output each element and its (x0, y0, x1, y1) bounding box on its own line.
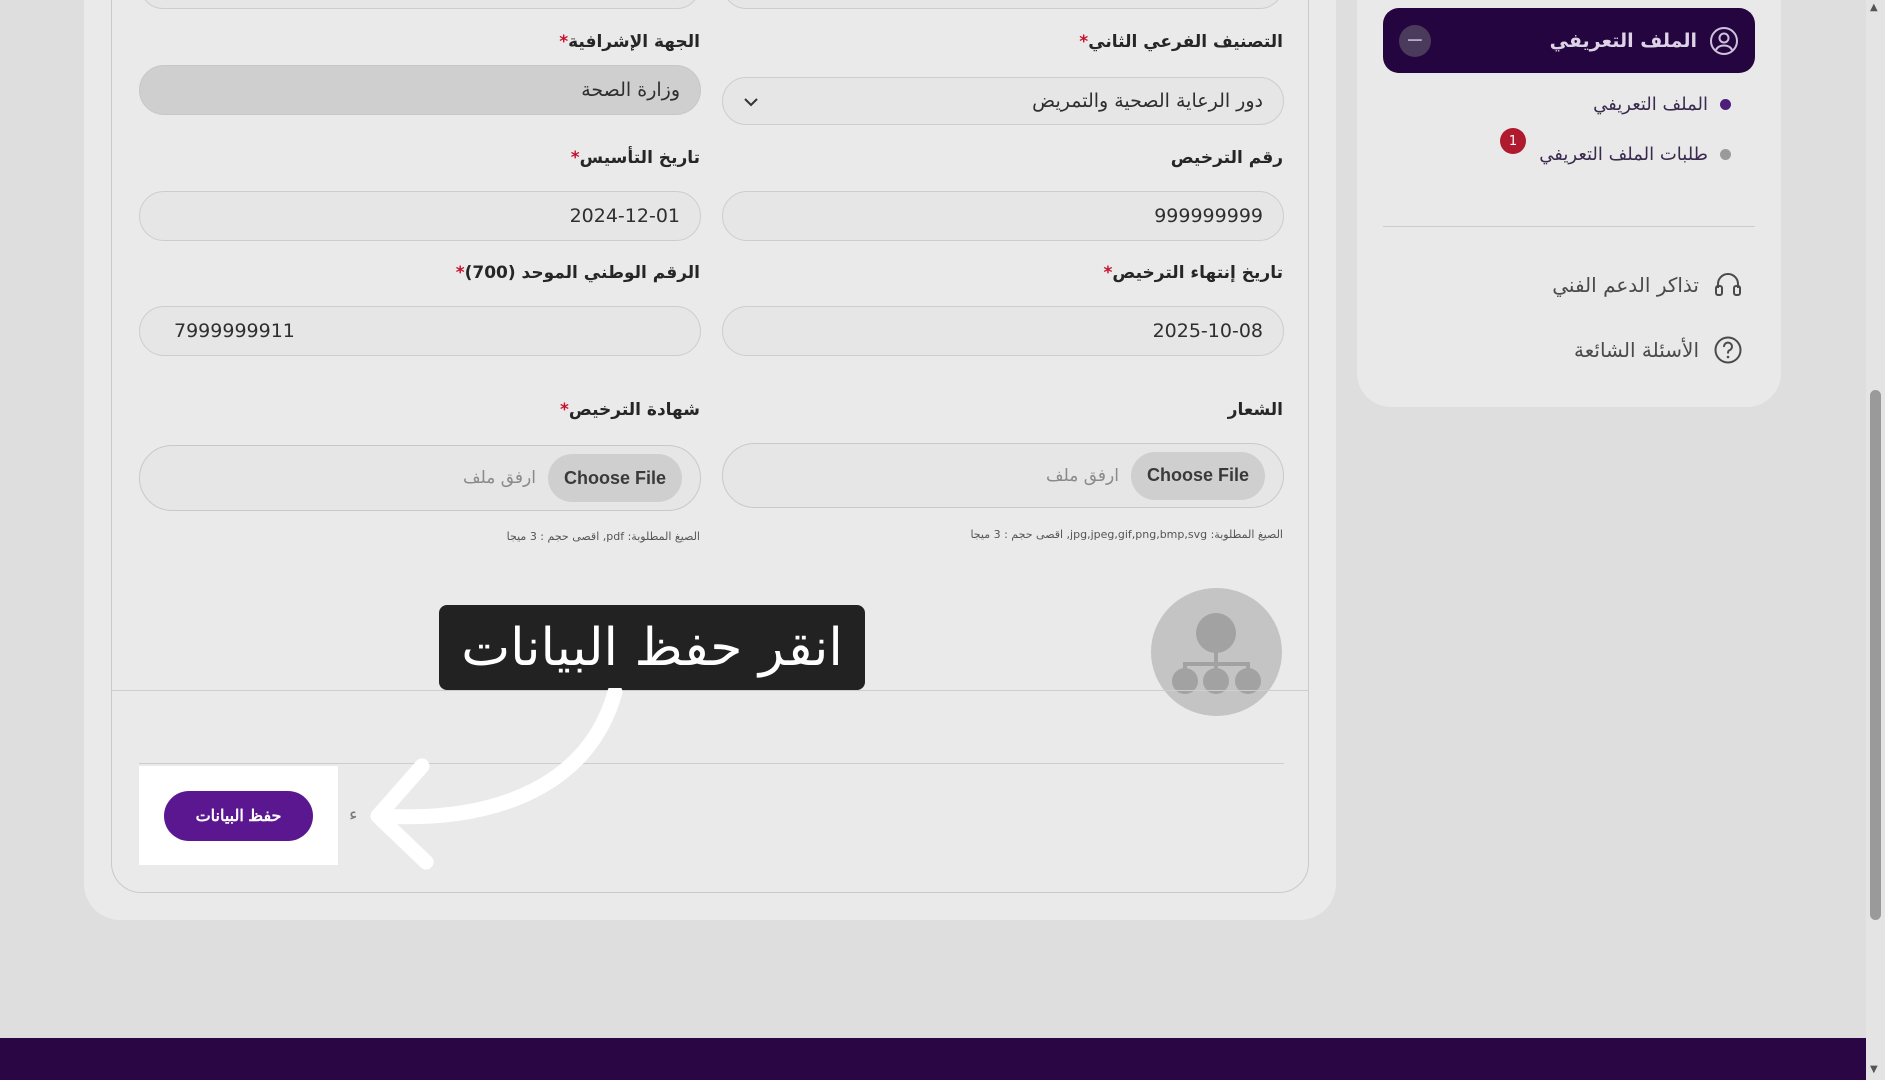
logo-file-input[interactable]: ارفق ملف Choose File (722, 443, 1284, 508)
org-chart-icon (1172, 613, 1261, 694)
logo-hint: الصيغ المطلوبة: jpg,jpeg,gif,png,bmp,svg… (970, 528, 1283, 541)
license-number-label: رقم الترخيص (1170, 148, 1283, 168)
sidebar-subitem-profile-label: الملف التعريفي (1593, 94, 1708, 115)
founding-date-input[interactable]: 2024-12-01 (139, 191, 701, 241)
scroll-up-icon[interactable]: ▲ (1870, 2, 1878, 13)
sidebar-item-profile-label: الملف التعريفي (1549, 29, 1697, 52)
license-certificate-label: شهادة الترخيص* (559, 400, 700, 420)
unified-national-number-label: الرقم الوطني الموحد (700)* (455, 263, 700, 283)
logo-label: الشعار (1227, 400, 1283, 420)
logo-choose-button[interactable]: Choose File (1130, 451, 1265, 500)
license-certificate-file-input[interactable]: ارفق ملف Choose File (139, 445, 701, 511)
license-certificate-choose-button[interactable]: Choose File (547, 454, 682, 502)
cancel-button-fragment[interactable]: ء (349, 804, 357, 825)
headset-icon (1715, 273, 1741, 296)
license-certificate-placeholder: ارفق ملف (463, 468, 536, 488)
logo-preview (1151, 588, 1282, 716)
supervising-entity-label: الجهة الإشرافية* (559, 32, 700, 52)
inactive-bullet (1720, 149, 1731, 160)
license-number-input[interactable]: 999999999 (722, 191, 1284, 241)
actions-divider (139, 763, 1284, 764)
cutoff-input-right[interactable] (722, 0, 1284, 9)
sidebar-subitem-profile-requests-label: طلبات الملف التعريفي (1539, 144, 1708, 165)
tutorial-tooltip: انقر حفظ البيانات (439, 605, 865, 690)
license-expiry-input[interactable]: 2025-10-08 (722, 306, 1284, 356)
active-bullet (1720, 99, 1731, 110)
tutorial-arrow-icon (370, 688, 623, 870)
supervising-entity-field: وزارة الصحة (139, 65, 701, 115)
license-certificate-hint: الصيغ المطلوبة: pdf, اقصى حجم : 3 ميجا (506, 530, 700, 543)
founding-date-label: تاريخ التأسيس* (570, 148, 700, 168)
unified-national-number-input[interactable]: 7999999911 (139, 306, 701, 356)
second-subcategory-label: التصنيف الفرعي الثاني* (1079, 32, 1283, 52)
save-button[interactable]: حفظ البيانات (164, 791, 313, 841)
sidebar-item-profile[interactable]: الملف التعريفي − (1383, 8, 1755, 73)
sidebar-divider (1383, 226, 1755, 227)
second-subcategory-select[interactable]: دور الرعاية الصحية والتمريض (722, 77, 1284, 125)
notification-badge: 1 (1500, 128, 1526, 154)
sidebar-item-faq-label: الأسئلة الشائعة (1574, 338, 1699, 362)
chevron-down-icon (743, 92, 759, 111)
cutoff-input-left[interactable] (139, 0, 701, 9)
sidebar-subitem-profile[interactable]: الملف التعريفي (1593, 94, 1731, 115)
scroll-down-icon[interactable]: ▼ (1870, 1064, 1878, 1075)
user-circle-icon (1710, 26, 1738, 55)
section-divider (111, 690, 1309, 691)
sidebar-item-support-tickets[interactable]: تذاكر الدعم الفني (1552, 270, 1743, 300)
scrollbar-thumb[interactable] (1870, 390, 1881, 920)
footer-bar (0, 1038, 1866, 1080)
collapse-button[interactable]: − (1399, 24, 1431, 57)
sidebar-subitem-profile-requests[interactable]: طلبات الملف التعريفي (1539, 144, 1731, 165)
sidebar-item-faq[interactable]: الأسئلة الشائعة (1574, 335, 1743, 365)
license-expiry-label: تاريخ إنتهاء الترخيص* (1103, 263, 1283, 283)
question-circle-icon (1714, 336, 1742, 364)
sidebar-item-support-tickets-label: تذاكر الدعم الفني (1552, 273, 1699, 297)
logo-placeholder: ارفق ملف (1046, 465, 1119, 486)
